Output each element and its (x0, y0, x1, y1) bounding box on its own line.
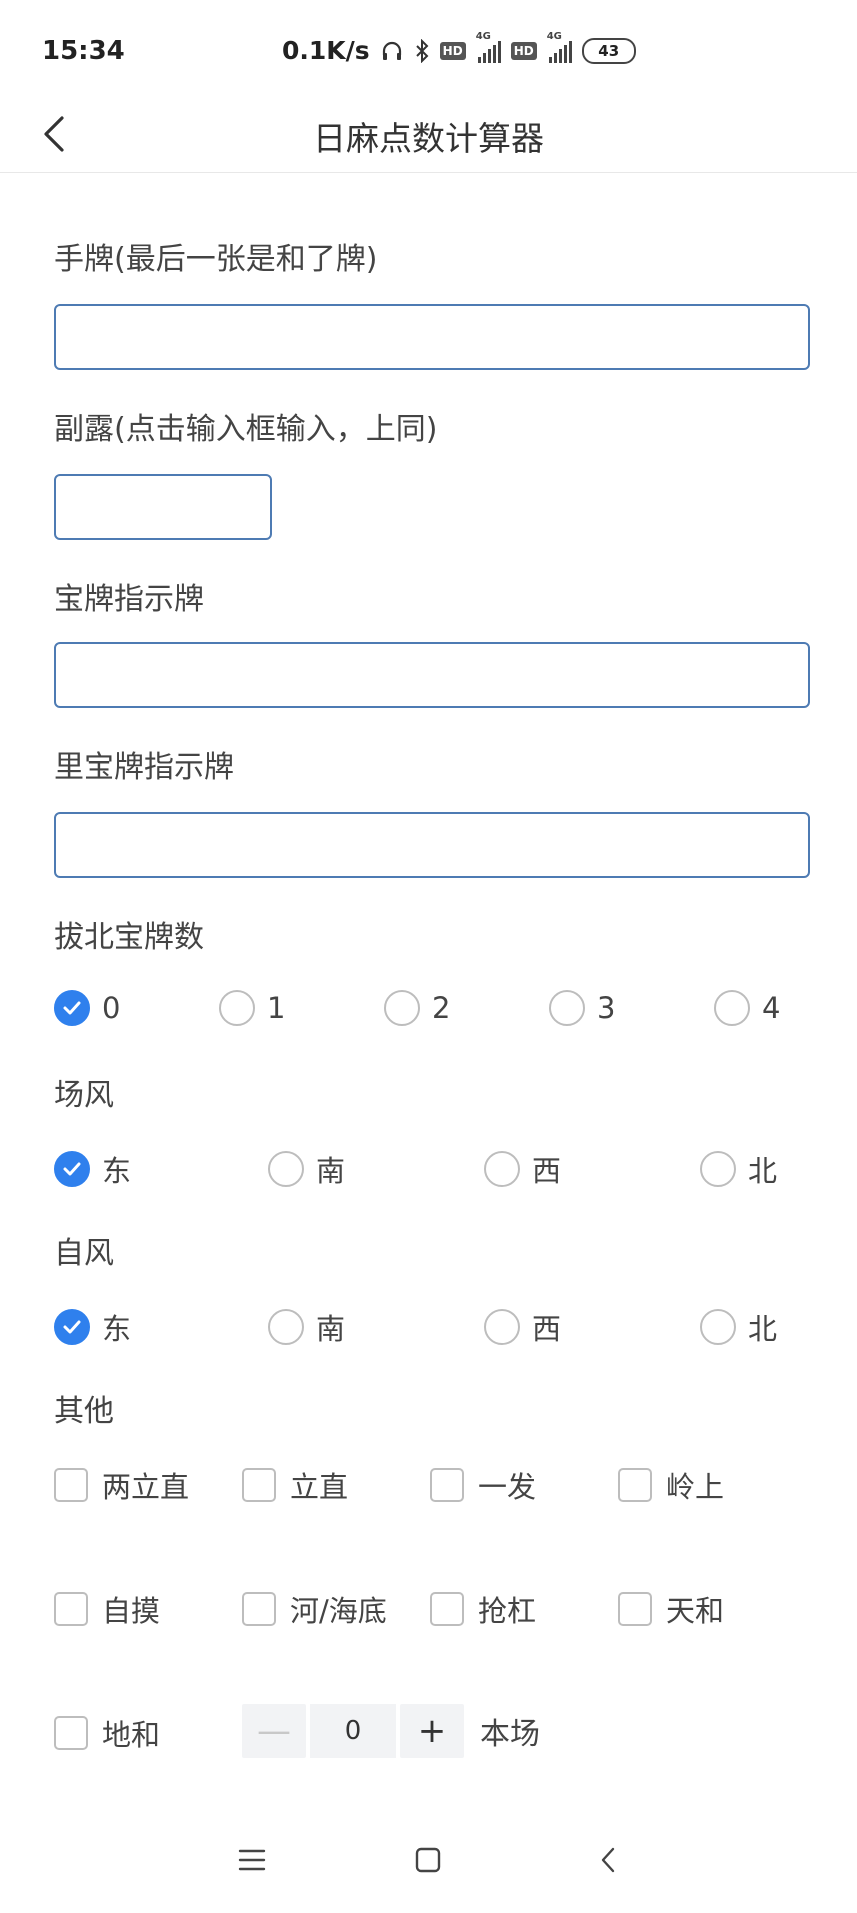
check-icon (63, 1001, 81, 1015)
honba-label: 本场 (480, 1717, 540, 1752)
decrement-button[interactable]: — (242, 1704, 306, 1758)
radio-label: 1 (267, 991, 286, 1025)
checkbox-tenhou[interactable]: 天和 (618, 1588, 724, 1630)
radio-label: 4 (762, 991, 781, 1025)
checkbox-label: 天和 (666, 1594, 725, 1628)
kita-option-1[interactable]: 1 (219, 990, 285, 1026)
round-wind-radio-group: 东 南 西 北 (54, 1148, 814, 1192)
seat-wind-west[interactable]: 西 (484, 1306, 561, 1348)
chevron-left-icon (601, 1847, 615, 1873)
hd-badge: HD (439, 41, 466, 60)
round-wind-south[interactable]: 南 (268, 1148, 345, 1190)
status-time: 15:34 (42, 36, 125, 66)
home-button[interactable] (398, 1830, 458, 1890)
bluetooth-icon (414, 38, 430, 64)
seat-wind-label: 自风 (54, 1236, 114, 1271)
checkbox-chiihou[interactable]: 地和 (54, 1712, 160, 1754)
radio-label: 2 (432, 991, 451, 1025)
checkbox-haitei[interactable]: 河/海底 (242, 1588, 387, 1630)
status-icons: 0.1K/s HD 4G HD 4G 43 (282, 31, 636, 65)
system-back-button[interactable] (578, 1830, 638, 1890)
seat-wind-south[interactable]: 南 (268, 1306, 345, 1348)
others-label: 其他 (54, 1394, 114, 1429)
radio-label: 东 (102, 1312, 132, 1346)
hand-input[interactable] (54, 304, 810, 370)
radio-label: 南 (316, 1312, 346, 1346)
ura-dora-input[interactable] (54, 812, 810, 878)
menu-icon (238, 1849, 266, 1871)
round-wind-label: 场风 (54, 1078, 114, 1113)
checkbox-rinshan[interactable]: 岭上 (618, 1464, 724, 1506)
kita-option-0[interactable]: 0 (54, 990, 120, 1026)
radio-label: 3 (597, 991, 616, 1025)
status-bar: 15:34 0.1K/s HD 4G HD 4G 43 (0, 0, 857, 100)
dora-label: 宝牌指示牌 (54, 582, 204, 617)
checkbox-label: 立直 (290, 1470, 349, 1504)
kita-option-4[interactable]: 4 (714, 990, 780, 1026)
page-title: 日麻点数计算器 (313, 119, 544, 158)
radio-label: 西 (532, 1312, 562, 1346)
check-icon (63, 1320, 81, 1334)
menu-button[interactable] (222, 1830, 282, 1890)
meld-label: 副露(点击输入框输入，上同) (54, 412, 438, 447)
radio-label: 东 (102, 1154, 132, 1188)
headphones-icon (380, 38, 404, 64)
round-wind-east[interactable]: 东 (54, 1148, 131, 1190)
dora-input[interactable] (54, 642, 810, 708)
radio-label: 北 (748, 1312, 778, 1346)
hd-badge: HD (510, 41, 537, 60)
increment-button[interactable]: + (400, 1704, 464, 1758)
honba-input[interactable] (310, 1704, 396, 1758)
round-wind-west[interactable]: 西 (484, 1148, 561, 1190)
seat-wind-radio-group: 东 南 西 北 (54, 1306, 814, 1350)
checkbox-label: 岭上 (666, 1470, 725, 1504)
kita-option-2[interactable]: 2 (384, 990, 450, 1026)
radio-label: 0 (102, 991, 121, 1025)
seat-wind-north[interactable]: 北 (700, 1306, 777, 1348)
checkbox-riichi[interactable]: 立直 (242, 1464, 348, 1506)
square-icon (415, 1847, 441, 1873)
checkbox-label: 抢杠 (478, 1594, 537, 1628)
checkbox-ippatsu[interactable]: 一发 (430, 1464, 536, 1506)
honba-stepper: — + 本场 (242, 1704, 540, 1758)
check-icon (63, 1162, 81, 1176)
checkbox-label: 地和 (102, 1718, 161, 1752)
radio-label: 北 (748, 1154, 778, 1188)
ura-dora-label: 里宝牌指示牌 (54, 750, 234, 785)
hand-label: 手牌(最后一张是和了牌) (54, 242, 378, 277)
checkbox-label: 一发 (478, 1470, 537, 1504)
title-bar: 日麻点数计算器 (0, 100, 857, 173)
checkbox-double-riichi[interactable]: 两立直 (54, 1464, 189, 1506)
checkbox-tsumo[interactable]: 自摸 (54, 1588, 160, 1630)
checkbox-label: 自摸 (102, 1594, 161, 1628)
seat-wind-east[interactable]: 东 (54, 1306, 131, 1348)
radio-label: 西 (532, 1154, 562, 1188)
round-wind-north[interactable]: 北 (700, 1148, 777, 1190)
kita-label: 拔北宝牌数 (54, 920, 204, 955)
others-checkbox-row: 自摸 河/海底 抢杠 天和 (54, 1588, 814, 1632)
network-speed: 0.1K/s (282, 36, 370, 65)
radio-label: 南 (316, 1154, 346, 1188)
battery-icon: 43 (581, 37, 636, 64)
signal-icon: 4G (476, 31, 501, 63)
others-checkbox-row: 两立直 立直 一发 岭上 (54, 1464, 814, 1508)
meld-input[interactable] (54, 474, 272, 540)
signal-icon: 4G (547, 31, 572, 63)
checkbox-chankan[interactable]: 抢杠 (430, 1588, 536, 1630)
kita-radio-group: 0 1 2 3 4 (54, 990, 814, 1034)
checkbox-label: 两立直 (102, 1470, 190, 1504)
checkbox-label: 河/海底 (290, 1594, 387, 1628)
kita-option-3[interactable]: 3 (549, 990, 615, 1026)
system-nav-bar (0, 1820, 857, 1913)
